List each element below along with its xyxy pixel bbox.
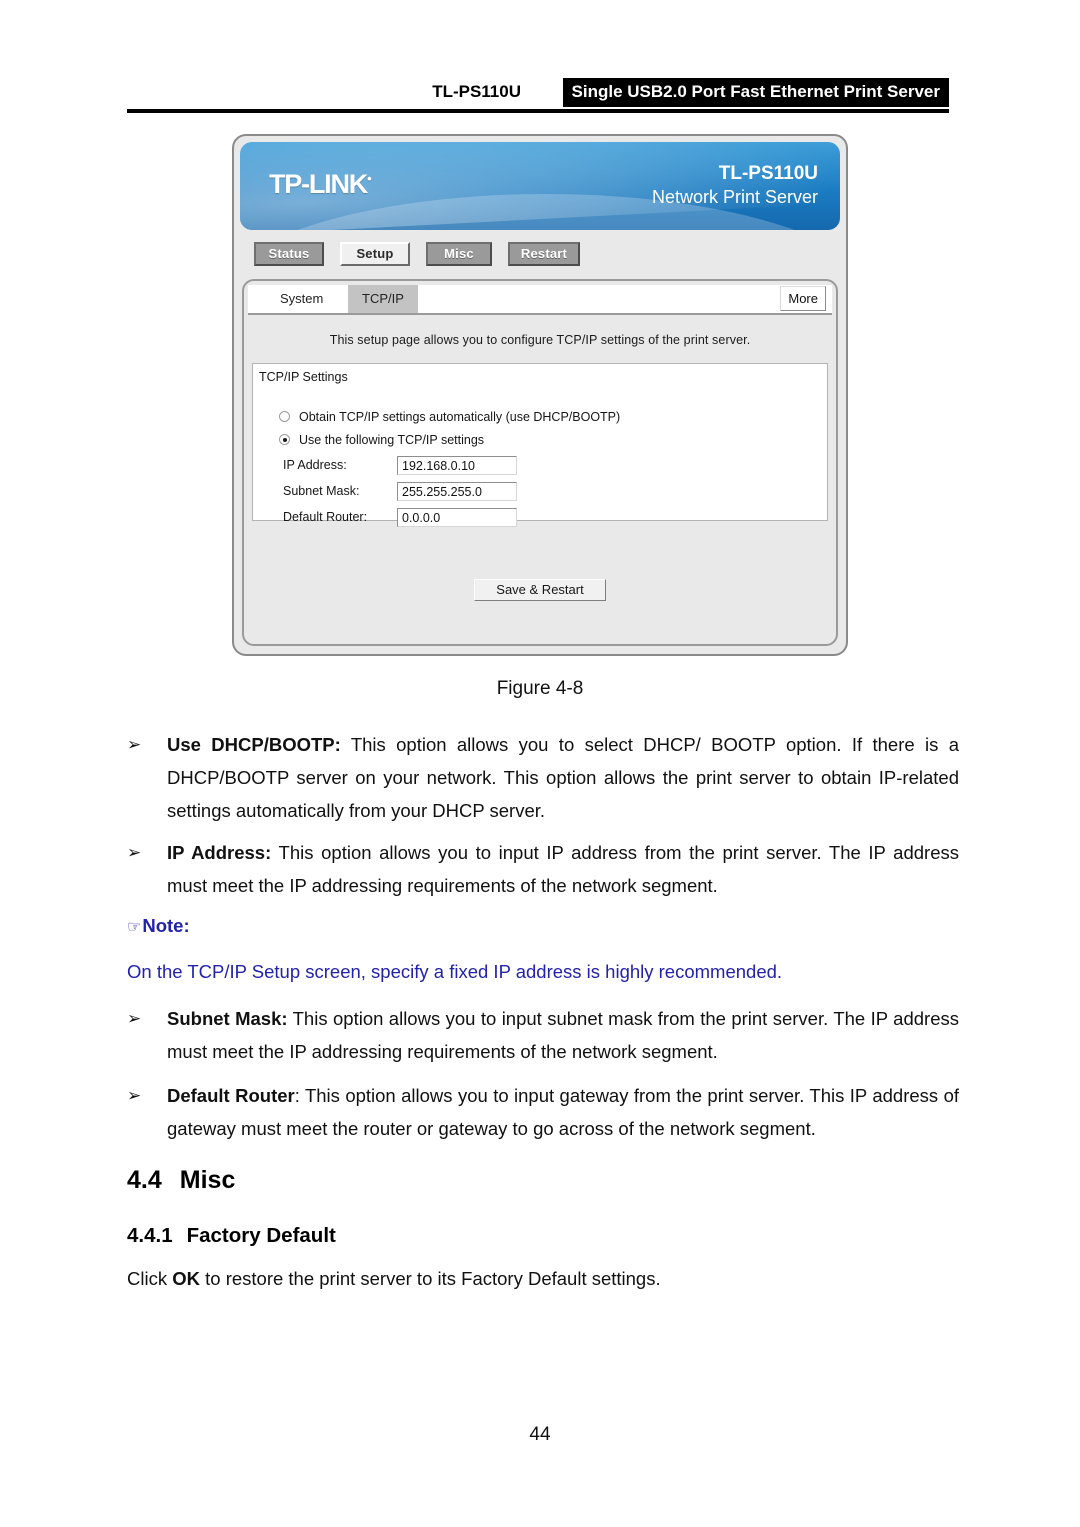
section-title: Misc (179, 1166, 236, 1194)
bullet-term: Use DHCP/BOOTP: (167, 734, 341, 755)
ui-content-card: System TCP/IP More This setup page allow… (242, 279, 838, 646)
bullet-ip-address: ➢ IP Address: This option allows you to … (127, 836, 959, 902)
figure-caption: Figure 4-8 (496, 678, 584, 699)
paragraph-bold-ok: OK (172, 1268, 200, 1289)
nav-button-misc[interactable]: Misc (426, 242, 492, 266)
tcpip-settings-fieldset: TCP/IP Settings Obtain TCP/IP settings a… (252, 363, 828, 527)
bullet-marker-icon: ➢ (127, 1086, 142, 1105)
banner-subtitle: Network Print Server (651, 186, 818, 207)
radio-static-label: Use the following TCP/IP settings (299, 433, 485, 447)
bullet-body: This option allows you to input IP addre… (167, 842, 959, 896)
paragraph-factory-default: Click OK to restore the print server to … (127, 1264, 959, 1294)
banner-product-info: TL-PS110U Network Print Server (652, 162, 818, 208)
radio-dhcp-icon[interactable] (279, 411, 290, 422)
bullet-marker-icon: ➢ (127, 1009, 142, 1028)
bullet-marker-icon: ➢ (127, 735, 142, 754)
note-heading: ☞Note: (127, 915, 190, 937)
bullet-text: Subnet Mask: This option allows you to i… (167, 1002, 959, 1068)
bullet-text: Use DHCP/BOOTP: This option allows you t… (167, 728, 959, 827)
nav-button-restart[interactable]: Restart (508, 242, 580, 266)
header-model-name: TL-PS110U (432, 82, 521, 101)
nav-button-setup[interactable]: Setup (340, 242, 410, 266)
header-title-box: Single USB2.0 Port Fast Ethernet Print S… (562, 78, 949, 107)
pointing-hand-icon: ☞ (127, 919, 142, 936)
bullet-text: IP Address: This option allows you to in… (167, 836, 959, 902)
fieldset-legend: TCP/IP Settings (259, 370, 348, 384)
radio-option-dhcp[interactable]: Obtain TCP/IP settings automatically (us… (279, 410, 620, 424)
subsection-title: Factory Default (186, 1224, 336, 1247)
ui-nav-buttons: Status Setup Misc Restart (240, 238, 840, 276)
bullet-term: Subnet Mask: (167, 1008, 288, 1029)
more-button[interactable]: More (780, 286, 826, 311)
subsection-number: 4.4.1 (127, 1224, 173, 1247)
radio-option-static[interactable]: Use the following TCP/IP settings (279, 433, 484, 447)
section-heading-misc: 4.4 Misc (127, 1166, 235, 1195)
paragraph-prefix: Click (127, 1268, 173, 1289)
save-and-restart-button[interactable]: Save & Restart (474, 579, 606, 601)
setup-description: This setup page allows you to configure … (329, 333, 751, 347)
radio-static-icon[interactable] (279, 434, 290, 445)
note-label: Note: (142, 915, 190, 936)
header-rule (127, 109, 949, 113)
input-ip-address[interactable]: 192.168.0.10 (397, 456, 517, 475)
note-body: On the TCP/IP Setup screen, specify a fi… (127, 961, 783, 982)
bullet-subnet-mask: ➢ Subnet Mask: This option allows you to… (127, 1002, 959, 1068)
registered-mark-icon: • (367, 171, 372, 186)
input-default-router[interactable]: 0.0.0.0 (397, 508, 517, 527)
tab-system[interactable]: System (266, 285, 337, 313)
bullet-term: Default Router (167, 1085, 295, 1106)
radio-dhcp-label: Obtain TCP/IP settings automatically (us… (299, 410, 621, 424)
section-number: 4.4 (127, 1166, 162, 1194)
ui-banner: TP-LINK• TL-PS110U Network Print Server (240, 142, 840, 230)
bullet-use-dhcp-bootp: ➢ Use DHCP/BOOTP: This option allows you… (127, 728, 959, 827)
field-label-subnet-mask: Subnet Mask: (283, 484, 360, 498)
tp-link-logo: TP-LINK• (269, 169, 372, 200)
page-number: 44 (529, 1424, 551, 1445)
bullet-default-router: ➢ Default Router: This option allows you… (127, 1079, 959, 1145)
print-server-web-ui: TP-LINK• TL-PS110U Network Print Server … (232, 134, 848, 656)
input-subnet-mask[interactable]: 255.255.255.0 (397, 482, 517, 501)
tab-tcpip[interactable]: TCP/IP (348, 285, 418, 313)
ui-tab-panel: This setup page allows you to configure … (248, 317, 832, 640)
figure-screenshot: TP-LINK• TL-PS110U Network Print Server … (232, 134, 848, 656)
bullet-marker-icon: ➢ (127, 843, 142, 862)
banner-model: TL-PS110U (718, 163, 818, 184)
bullet-term: IP Address: (167, 842, 272, 863)
subsection-heading-factory-default: 4.4.1 Factory Default (127, 1224, 336, 1248)
nav-button-status[interactable]: Status (254, 242, 324, 266)
field-label-ip-address: IP Address: (283, 458, 347, 472)
field-label-default-router: Default Router: (283, 510, 368, 524)
bullet-text: Default Router: This option allows you t… (167, 1079, 959, 1145)
page-running-header: TL-PS110U Single USB2.0 Port Fast Ethern… (127, 78, 949, 113)
tp-link-logo-text: TP-LINK (269, 169, 368, 199)
ui-tab-bar: System TCP/IP More (248, 285, 832, 315)
paragraph-suffix: to restore the print server to its Facto… (199, 1268, 661, 1289)
